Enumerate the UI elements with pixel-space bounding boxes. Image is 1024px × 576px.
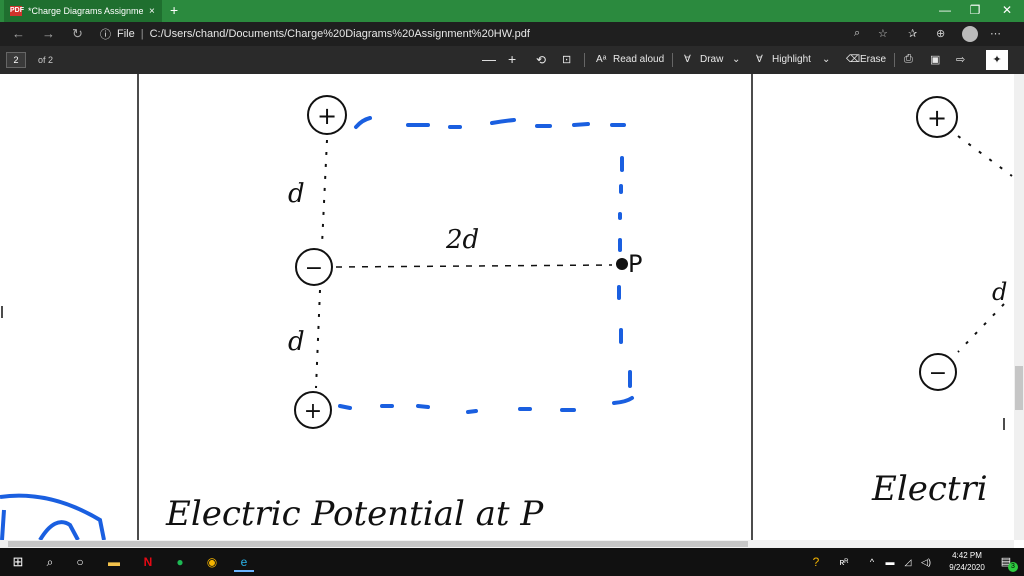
- distance-line-bottom: [315, 289, 321, 389]
- new-tab-button[interactable]: +: [170, 2, 178, 18]
- rotate-icon[interactable]: ⟲: [536, 53, 546, 67]
- label-d-bottom: d: [288, 327, 305, 357]
- read-aloud-button[interactable]: Read aloud: [613, 54, 664, 65]
- draw-button[interactable]: Draw: [700, 54, 723, 65]
- chevron-up-icon[interactable]: ^: [862, 552, 882, 572]
- page-total: of 2: [38, 55, 54, 65]
- wifi-icon[interactable]: ◿: [898, 552, 918, 572]
- positive-charge-top: +: [307, 95, 347, 135]
- handwritten-diagram: + − + d d 2d P Electric Potential at P +…: [0, 74, 1013, 540]
- svg-text:−: −: [305, 256, 323, 281]
- help-icon[interactable]: ?: [806, 552, 826, 572]
- profile-avatar[interactable]: [962, 26, 978, 42]
- highlight-icon[interactable]: ∀: [756, 54, 763, 65]
- svg-text:+: +: [927, 104, 947, 132]
- url-field[interactable]: ⓘ File | C:/Users/chand/Documents/Charge…: [100, 25, 530, 43]
- draw-chevron-down-icon[interactable]: ⌄: [732, 54, 740, 65]
- collections-icon[interactable]: ⊕: [936, 27, 945, 40]
- refresh-icon[interactable]: ↻: [72, 26, 83, 42]
- restore-button[interactable]: ❐: [960, 3, 990, 17]
- notification-count-badge: 3: [1008, 562, 1018, 572]
- highlight-button[interactable]: Highlight: [772, 54, 811, 65]
- toolbar-divider: [584, 53, 585, 67]
- file-explorer-icon[interactable]: ▬: [104, 552, 124, 572]
- right-caption-partial: Electri: [871, 469, 988, 509]
- more-menu-icon[interactable]: ⋯: [990, 27, 1001, 40]
- save-icon[interactable]: ▣: [930, 53, 940, 66]
- label-2d: 2d: [445, 225, 479, 255]
- svg-text:+: +: [317, 102, 337, 130]
- distance-line-top: [321, 139, 328, 246]
- forward-icon[interactable]: →: [42, 26, 55, 41]
- battery-icon[interactable]: ▬: [880, 552, 900, 572]
- erase-button[interactable]: Erase: [860, 54, 886, 65]
- zoom-icon[interactable]: ⌕: [854, 27, 860, 40]
- horizontal-distance-line: [335, 264, 613, 268]
- positive-charge-bottom: +: [294, 391, 332, 429]
- info-icon[interactable]: ⓘ: [100, 26, 111, 42]
- clock-date: 9/24/2020: [949, 563, 985, 572]
- netflix-icon[interactable]: N: [138, 552, 158, 572]
- pdf-toolbar: 2 of 2 — + ⟲ ⊡ Aᵃ Read aloud ∀ Draw ⌄ ∀ …: [0, 46, 1024, 74]
- negative-charge-middle: −: [295, 248, 333, 286]
- pdf-page-view[interactable]: + − + d d 2d P Electric Potential at P +…: [0, 74, 1014, 540]
- spotify-icon[interactable]: ●: [170, 552, 190, 572]
- toolbar-divider: [672, 53, 673, 67]
- blue-ink-scribble: [0, 493, 106, 540]
- favorites-list-icon[interactable]: ✰: [908, 27, 917, 40]
- task-view-icon[interactable]: ○: [70, 552, 90, 572]
- svg-text:−: −: [929, 361, 947, 386]
- blue-ink-scribble: [0, 509, 80, 540]
- right-dashed-line-top: [957, 135, 1013, 177]
- clock-time: 4:42 PM: [952, 551, 982, 560]
- edge-icon[interactable]: e: [234, 552, 254, 572]
- print-icon[interactable]: ⎙: [904, 53, 913, 66]
- url-separator: |: [140, 28, 144, 40]
- pin-toolbar-icon[interactable]: ✦: [986, 50, 1008, 70]
- highlight-chevron-down-icon[interactable]: ⌄: [822, 54, 830, 65]
- point-p-dot: [616, 258, 628, 270]
- scheme-label: File: [117, 28, 135, 40]
- close-window-button[interactable]: ✕: [992, 3, 1022, 17]
- read-aloud-icon[interactable]: Aᵃ: [596, 54, 606, 65]
- page-number-input[interactable]: 2: [6, 52, 26, 68]
- label-p: P: [628, 250, 642, 278]
- minimize-button[interactable]: —: [930, 3, 960, 17]
- pdf-icon: PDF: [10, 6, 24, 16]
- label-d-top: d: [288, 179, 305, 209]
- url-text[interactable]: C:/Users/chand/Documents/Charge%20Diagra…: [150, 28, 530, 40]
- favorite-star-icon[interactable]: ☆: [878, 27, 888, 40]
- right-dashed-line-bottom: [957, 303, 1005, 353]
- right-positive-charge: +: [916, 96, 958, 138]
- save-as-icon[interactable]: ⇨: [956, 53, 965, 66]
- tab-title: *Charge Diagrams Assignment H: [28, 6, 143, 16]
- volume-icon[interactable]: ◁): [916, 552, 936, 572]
- vertical-scroll-thumb[interactable]: [1015, 366, 1023, 410]
- eraser-icon[interactable]: ⌫: [846, 54, 860, 65]
- windows-start-icon[interactable]: ⊞: [8, 552, 28, 572]
- right-label-d: d: [992, 278, 1007, 306]
- vertical-scrollbar[interactable]: [1014, 74, 1024, 540]
- tab-close-icon[interactable]: ×: [149, 6, 155, 17]
- window-titlebar: PDF *Charge Diagrams Assignment H × + — …: [0, 0, 1024, 22]
- search-icon[interactable]: ⌕: [40, 552, 60, 572]
- browser-tab[interactable]: PDF *Charge Diagrams Assignment H ×: [4, 0, 162, 22]
- address-bar: ← → ↻ ⓘ File | C:/Users/chand/Documents/…: [0, 22, 1024, 46]
- toolbar-divider: [894, 53, 895, 67]
- windows-taskbar: ⊞ ⌕ ○ ▬ N ● ◉ e ? ʀᴿ ^ ▬ ◿ ◁) 4:42 PM 9/…: [0, 548, 1024, 576]
- right-negative-charge: −: [919, 353, 957, 391]
- fit-page-icon[interactable]: ⊡: [562, 53, 571, 66]
- chrome-icon[interactable]: ◉: [202, 552, 222, 572]
- caption-electric-potential: Electric Potential at P: [165, 494, 544, 534]
- zoom-in-button[interactable]: +: [508, 51, 516, 67]
- people-icon[interactable]: ʀᴿ: [834, 552, 854, 572]
- svg-text:+: +: [304, 399, 322, 424]
- zoom-out-button[interactable]: —: [482, 51, 496, 67]
- back-icon[interactable]: ←: [12, 26, 25, 41]
- horizontal-scroll-thumb[interactable]: [8, 541, 748, 547]
- draw-icon[interactable]: ∀: [684, 54, 691, 65]
- clock[interactable]: 4:42 PM 9/24/2020: [944, 551, 990, 572]
